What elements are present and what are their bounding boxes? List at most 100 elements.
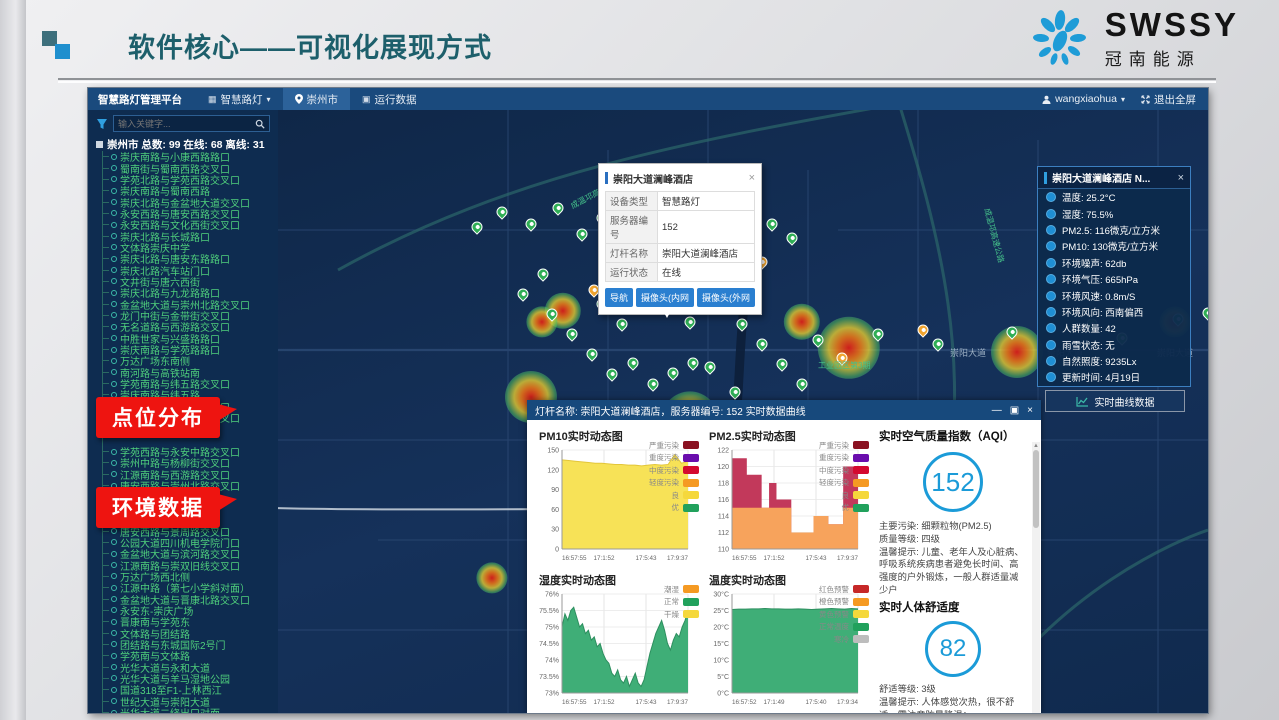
svg-text:0: 0 [555, 547, 559, 554]
map-road-label: 工业园区第3期 [818, 360, 870, 371]
navigate-button[interactable]: 导航 [605, 288, 633, 307]
tree-item[interactable]: 崇州中路与杨柳街交叉口 [103, 457, 278, 468]
tree-item[interactable]: 文体路与团结路 [103, 627, 278, 638]
scroll-up-icon[interactable]: ▲ [1032, 442, 1040, 450]
legend-swatch [683, 585, 699, 593]
crowd-icon [1046, 323, 1056, 333]
camera-internal-button[interactable]: 摄像头(内网 [636, 288, 694, 307]
tree-item[interactable]: 崇庆北路与长城路口 [103, 230, 278, 241]
lamp-icon [111, 528, 117, 534]
tree-item[interactable]: 光华大道与永和大道 [103, 661, 278, 672]
tree-item[interactable]: 崇庆北路与金盆地大道交叉口 [103, 196, 278, 207]
temperature-chart: 温度实时动态图红色预警橙色预警黄色预警正常温度寒冷0°C5°C10°C15°C2… [705, 570, 871, 711]
tree-item[interactable]: 金盆地大道与崇州北路交叉口 [103, 298, 278, 309]
svg-text:0°C: 0°C [717, 690, 729, 698]
user-menu[interactable]: wangxiaohua ▾ [1042, 93, 1125, 105]
tree-item[interactable]: 崇庆南路与学苑路路口 [103, 344, 278, 355]
lamp-icon [111, 358, 117, 364]
tree-item[interactable]: 学苑南与文体路 [103, 650, 278, 661]
panel-scrollbar[interactable]: ▲ ▼ [1032, 442, 1040, 713]
title-divider [58, 78, 1216, 83]
tree-item[interactable]: 崇庆北路与唐安东路路口 [103, 253, 278, 264]
popup-accent-bar [605, 172, 608, 184]
tree-item[interactable]: 崇庆北路汽车站门口 [103, 264, 278, 275]
lamp-icon [111, 301, 117, 307]
close-icon[interactable]: × [1027, 405, 1033, 416]
tree-item[interactable]: 永安西路与文化西街交叉口 [103, 219, 278, 230]
lamp-icon [111, 222, 117, 228]
svg-text:15°C: 15°C [713, 640, 729, 648]
search-input[interactable] [118, 119, 255, 129]
tree-item[interactable]: 世纪大道与崇阳大道 [103, 696, 278, 707]
restore-icon[interactable]: ▣ [1010, 405, 1019, 416]
tree-item[interactable]: 崇庆南路与小康西路路口 [103, 151, 278, 162]
legend-swatch [853, 610, 869, 618]
lamp-icon [111, 619, 117, 625]
svg-text:17:9:37: 17:9:37 [667, 699, 689, 706]
svg-text:10°C: 10°C [713, 657, 729, 665]
device-info-row: 灯杆名称崇阳大道澜峰酒店 [606, 244, 755, 263]
legend-swatch [853, 598, 869, 606]
tree-item[interactable]: 江源南路与崇双旧线交叉口 [103, 559, 278, 570]
tree-item[interactable]: 龙门中街与金带街交叉口 [103, 310, 278, 321]
tree-item[interactable]: 金盆地大道与滨河路交叉口 [103, 548, 278, 559]
nav-item-2[interactable]: ▣运行数据 [350, 88, 429, 110]
close-icon[interactable]: × [1178, 172, 1184, 184]
tree-item[interactable]: 江源南路与西游路交叉口 [103, 469, 278, 480]
tree-item[interactable]: 崇庆南路与蜀南西路 [103, 185, 278, 196]
tree-item[interactable]: 崇庆北路与九龙路路口 [103, 287, 278, 298]
lamp-icon [111, 675, 117, 681]
tree-item[interactable]: 团结路与东城国际2号门 [103, 639, 278, 650]
tree-item[interactable]: 江源中路（第七小学斜对面） [103, 582, 278, 593]
svg-text:5°C: 5°C [717, 673, 729, 681]
tree-item[interactable]: 南河路与高铁站南 [103, 367, 278, 378]
tree-item[interactable]: 文体路崇庆中学 [103, 242, 278, 253]
search-icon[interactable] [255, 119, 265, 129]
tree-item[interactable]: 金盆地大道与晋康北路交叉口 [103, 593, 278, 604]
realtime-curve-button[interactable]: 实时曲线数据 [1045, 390, 1185, 412]
chevron-down-icon: ▾ [1121, 95, 1125, 104]
nav-item-0[interactable]: ▦智慧路灯▾ [196, 88, 283, 110]
svg-text:60: 60 [551, 507, 559, 514]
legend-swatch [683, 504, 699, 512]
lamp-icon [111, 471, 117, 477]
camera-external-button[interactable]: 摄像头(外网 [697, 288, 755, 307]
popup-tail [661, 307, 673, 324]
chart-panel-body: PM10实时动态图严重污染重度污染中度污染轻度污染良优0306090120150… [527, 420, 1041, 713]
tree-item[interactable]: 蜀南街与蜀南西路交叉口 [103, 162, 278, 173]
collapse-icon[interactable] [96, 141, 103, 148]
tree-item[interactable]: 公园大道四川机电学院门口 [103, 537, 278, 548]
tree-item[interactable]: 永安东-崇庆广场 [103, 605, 278, 616]
svg-text:75.5%: 75.5% [539, 608, 559, 615]
pm10-chart: PM10实时动态图严重污染重度污染中度污染轻度污染良优0306090120150… [535, 426, 701, 567]
panel-accent-bar [1044, 172, 1047, 184]
svg-text:25°C: 25°C [713, 607, 729, 615]
comfort-description: 舒适等级: 3级 温馨提示: 人体感觉次热，很不舒适，需注意防暑降温； [879, 683, 1027, 713]
legend-swatch [853, 623, 869, 631]
lamp-icon [111, 347, 117, 353]
tree-item[interactable]: 光华大道与羊马湿地公园 [103, 673, 278, 684]
wind-speed-icon [1046, 291, 1056, 301]
tree-item[interactable]: 万达广场东南侧 [103, 355, 278, 366]
tree-item[interactable]: 无名道路与西游路交叉口 [103, 321, 278, 332]
tree-item[interactable]: 文井街与唐六西街 [103, 276, 278, 287]
tree-item[interactable]: 万达广场西北侧 [103, 571, 278, 582]
minimize-icon[interactable]: — [992, 405, 1002, 416]
tree-item[interactable]: 学苑南路与纬五路交叉口 [103, 378, 278, 389]
close-icon[interactable]: × [749, 172, 755, 184]
svg-text:122: 122 [717, 448, 729, 455]
tree-item[interactable]: 国道318至F1-上林西江 [103, 684, 278, 695]
tree-item[interactable]: 中胜世家与兴盛路路口 [103, 333, 278, 344]
tree-item[interactable]: 光华大道二绕出口对面 [103, 707, 278, 713]
nav-item-1[interactable]: 崇州市 [283, 88, 351, 110]
scrollbar-thumb[interactable] [1033, 450, 1039, 528]
tree-item[interactable]: 晋康南与学苑东 [103, 616, 278, 627]
filter-funnel-icon[interactable] [96, 118, 108, 130]
device-info-row: 服务器编号152 [606, 211, 755, 244]
svg-text:17:1:52: 17:1:52 [593, 555, 615, 562]
tree-item[interactable]: 永安西路与唐安西路交叉口 [103, 208, 278, 219]
exit-fullscreen-button[interactable]: 退出全屏 [1141, 92, 1196, 107]
tree-item[interactable]: 学苑西路与永安中路交叉口 [103, 446, 278, 457]
tree-item[interactable]: 学苑北路与学苑西路交叉口 [103, 174, 278, 185]
tree-root-node[interactable]: 崇州市 总数: 99 在线: 68 离线: 31 [96, 138, 278, 151]
